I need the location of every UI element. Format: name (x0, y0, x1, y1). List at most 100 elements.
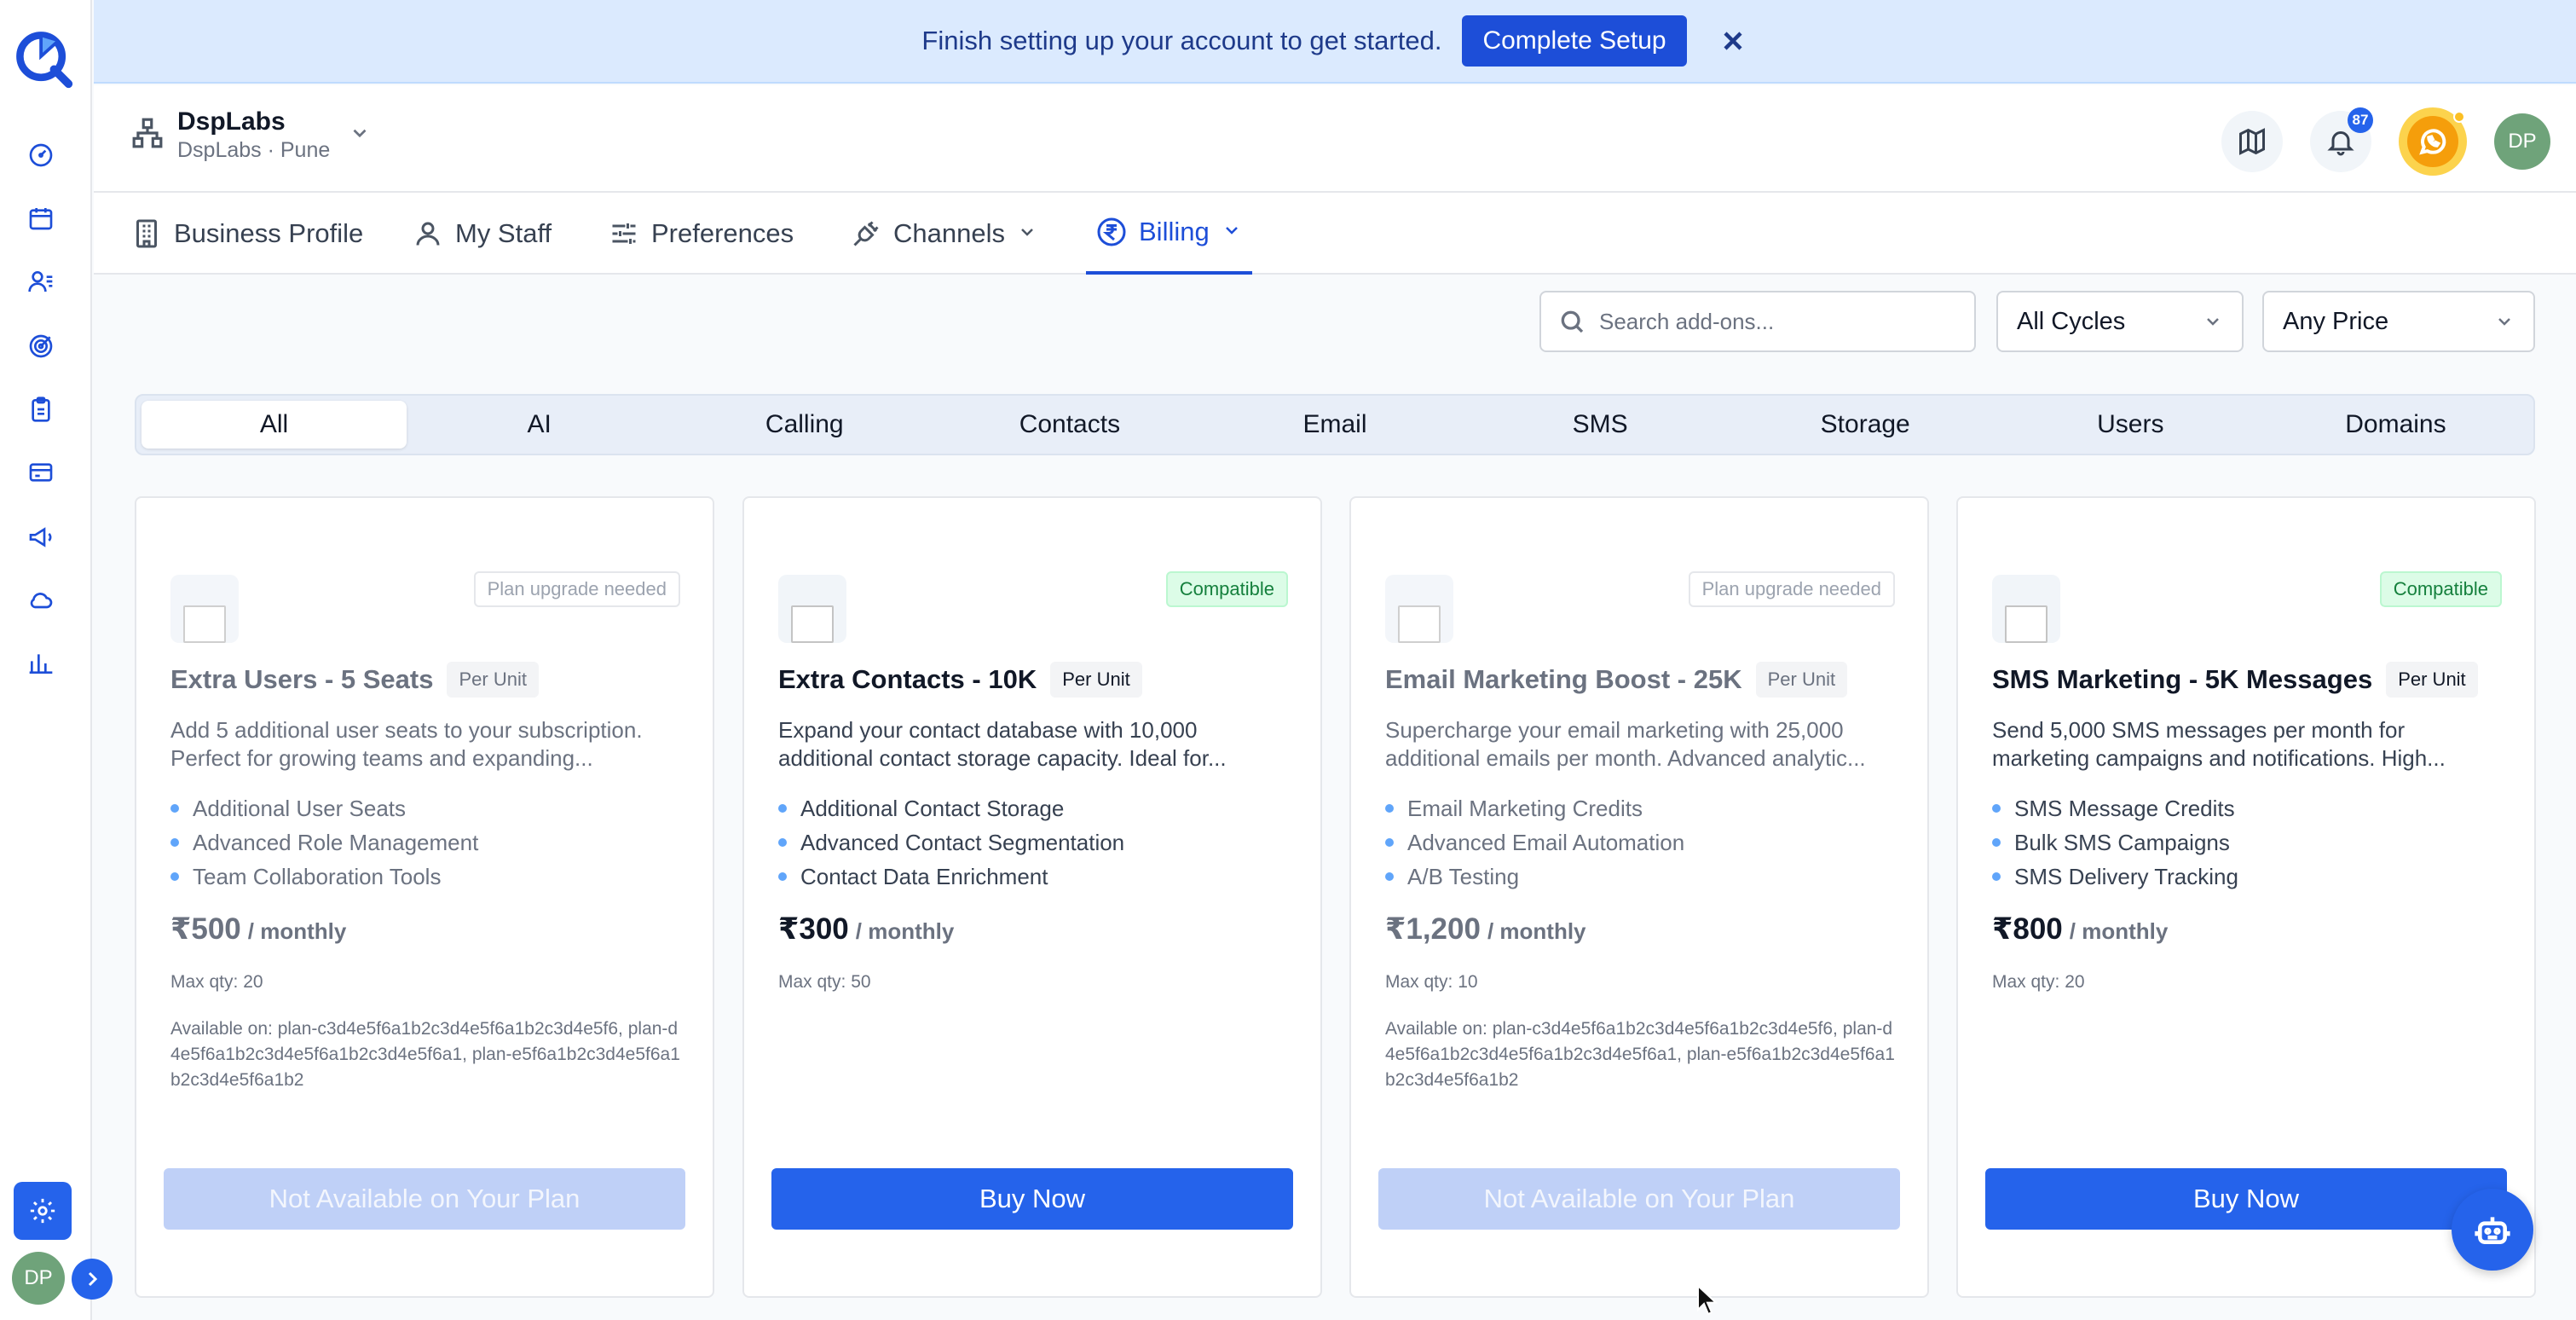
category-sms[interactable]: SMS (1468, 401, 1733, 449)
app-root: DP Finish setting up your account to get… (0, 0, 2576, 1320)
broken-image-icon (2005, 605, 2048, 643)
cloud-icon[interactable] (22, 582, 60, 619)
tab-label: Business Profile (174, 218, 364, 248)
contacts-icon[interactable] (22, 263, 60, 300)
chatbot-button[interactable] (2452, 1189, 2533, 1271)
map-button[interactable] (2221, 111, 2283, 172)
left-rail: DP (0, 0, 113, 1320)
target-icon[interactable] (22, 327, 60, 365)
category-storage[interactable]: Storage (1733, 401, 1998, 449)
app-logo-icon[interactable] (10, 26, 75, 90)
available-on: Available on: plan-c3d4e5f6a1b2c3d4e5f6a… (1385, 1019, 1895, 1090)
not-available-button[interactable]: Not Available on Your Plan (164, 1168, 685, 1230)
tab-business-profile[interactable]: Business Profile (131, 193, 363, 275)
search-icon (1561, 310, 1584, 333)
user-avatar[interactable]: DP (2494, 113, 2550, 170)
tab-my-staff[interactable]: My Staff (413, 193, 552, 275)
plug-icon (853, 221, 879, 246)
category-filter: All AI Calling Contacts Email SMS Storag… (135, 394, 2535, 455)
feature-list: Additional Contact Storage Advanced Cont… (778, 791, 1124, 894)
settings-button[interactable] (14, 1182, 72, 1240)
feature-list: Additional User Seats Advanced Role Mana… (170, 791, 478, 894)
addon-price: ₹500 (170, 912, 241, 946)
search-input[interactable] (1599, 308, 1957, 335)
tab-label: My Staff (455, 218, 552, 248)
feature-item: SMS Message Credits (1992, 791, 2238, 825)
status-badge: Plan upgrade needed (1688, 571, 1895, 607)
tab-label: Channels (893, 218, 1005, 248)
addon-image (778, 575, 846, 643)
addon-description: Add 5 additional user seats to your subs… (170, 717, 643, 771)
header: DspLabs DspLabs · Pune 87 DP (94, 85, 2576, 193)
cycle-select[interactable]: All Cycles (1996, 291, 2244, 352)
feature-item: Additional Contact Storage (778, 791, 1124, 825)
category-domains[interactable]: Domains (2263, 401, 2528, 449)
feature-item: Additional User Seats (170, 791, 478, 825)
category-contacts[interactable]: Contacts (937, 401, 1202, 449)
available-on: Available on: plan-c3d4e5f6a1b2c3d4e5f6a… (170, 1019, 680, 1090)
calendar-icon[interactable] (22, 200, 60, 237)
expand-sidebar-button[interactable] (72, 1259, 113, 1300)
addon-title: Extra Contacts - 10K (778, 664, 1037, 694)
chart-icon[interactable] (22, 645, 60, 682)
card-icon[interactable] (22, 454, 60, 491)
chevron-down-icon (2498, 318, 2510, 326)
addon-search[interactable] (1539, 291, 1976, 352)
feature-item: Contact Data Enrichment (778, 860, 1124, 894)
map-icon (2239, 128, 2265, 155)
settings-tabs: Business Profile My Staff Preferences Ch… (94, 193, 2576, 275)
tab-label: Billing (1139, 217, 1210, 246)
feature-item: SMS Delivery Tracking (1992, 860, 2238, 894)
chevron-down-icon (2207, 318, 2219, 326)
addon-description: Supercharge your email marketing with 25… (1385, 717, 1866, 771)
tab-preferences[interactable]: Preferences (609, 193, 794, 275)
building-icon (136, 219, 157, 248)
user-icon (416, 222, 440, 246)
broken-image-icon (183, 605, 226, 643)
unit-tag: Per Unit (2386, 662, 2478, 698)
tab-billing[interactable]: Billing (1086, 193, 1252, 275)
category-users[interactable]: Users (1998, 401, 2263, 449)
feature-item: Email Marketing Credits (1385, 791, 1684, 825)
unit-tag: Per Unit (1755, 662, 1848, 698)
chevron-down-icon (349, 122, 371, 148)
complete-setup-button[interactable]: Complete Setup (1462, 15, 1687, 67)
max-quantity: Max qty: 50 (778, 972, 871, 992)
feature-item: A/B Testing (1385, 860, 1684, 894)
status-badge: Compatible (2379, 571, 2502, 607)
category-ai[interactable]: AI (407, 401, 672, 449)
org-subtitle: DspLabs · Pune (177, 138, 331, 162)
megaphone-icon[interactable] (22, 518, 60, 556)
notification-count-badge: 87 (2348, 107, 2373, 133)
status-dot (2453, 111, 2465, 123)
whatsapp-button[interactable] (2399, 107, 2467, 176)
unit-tag: Per Unit (447, 662, 539, 698)
tab-channels[interactable]: Channels (851, 193, 1037, 275)
rail-avatar[interactable]: DP (12, 1252, 65, 1305)
category-calling[interactable]: Calling (672, 401, 937, 449)
buy-now-button[interactable]: Buy Now (771, 1168, 1293, 1230)
addon-title: SMS Marketing - 5K Messages (1992, 664, 2373, 694)
feature-item: Advanced Email Automation (1385, 825, 1684, 860)
price-select[interactable]: Any Price (2262, 291, 2535, 352)
org-switcher[interactable]: DspLabs DspLabs · Pune (131, 107, 371, 163)
clipboard-icon[interactable] (22, 391, 60, 428)
category-all[interactable]: All (142, 401, 407, 449)
addon-price: ₹300 (778, 912, 849, 946)
tab-label: Preferences (651, 218, 794, 248)
addon-price: ₹1,200 (1385, 912, 1481, 946)
mouse-cursor-icon (1697, 1284, 1718, 1316)
rupee-icon (1097, 217, 1126, 246)
banner-text: Finish setting up your account to get st… (921, 26, 1442, 55)
buy-now-button[interactable]: Buy Now (1985, 1168, 2507, 1230)
dashboard-icon[interactable] (22, 136, 60, 174)
bell-icon (2327, 131, 2354, 156)
gear-icon (30, 1198, 55, 1224)
broken-image-icon (791, 605, 834, 643)
addon-price: ₹800 (1992, 912, 2063, 946)
notifications-button[interactable]: 87 (2310, 107, 2373, 172)
close-icon[interactable] (1718, 26, 1748, 56)
not-available-button[interactable]: Not Available on Your Plan (1378, 1168, 1900, 1230)
addon-title: Extra Users - 5 Seats (170, 664, 434, 694)
category-email[interactable]: Email (1202, 401, 1467, 449)
